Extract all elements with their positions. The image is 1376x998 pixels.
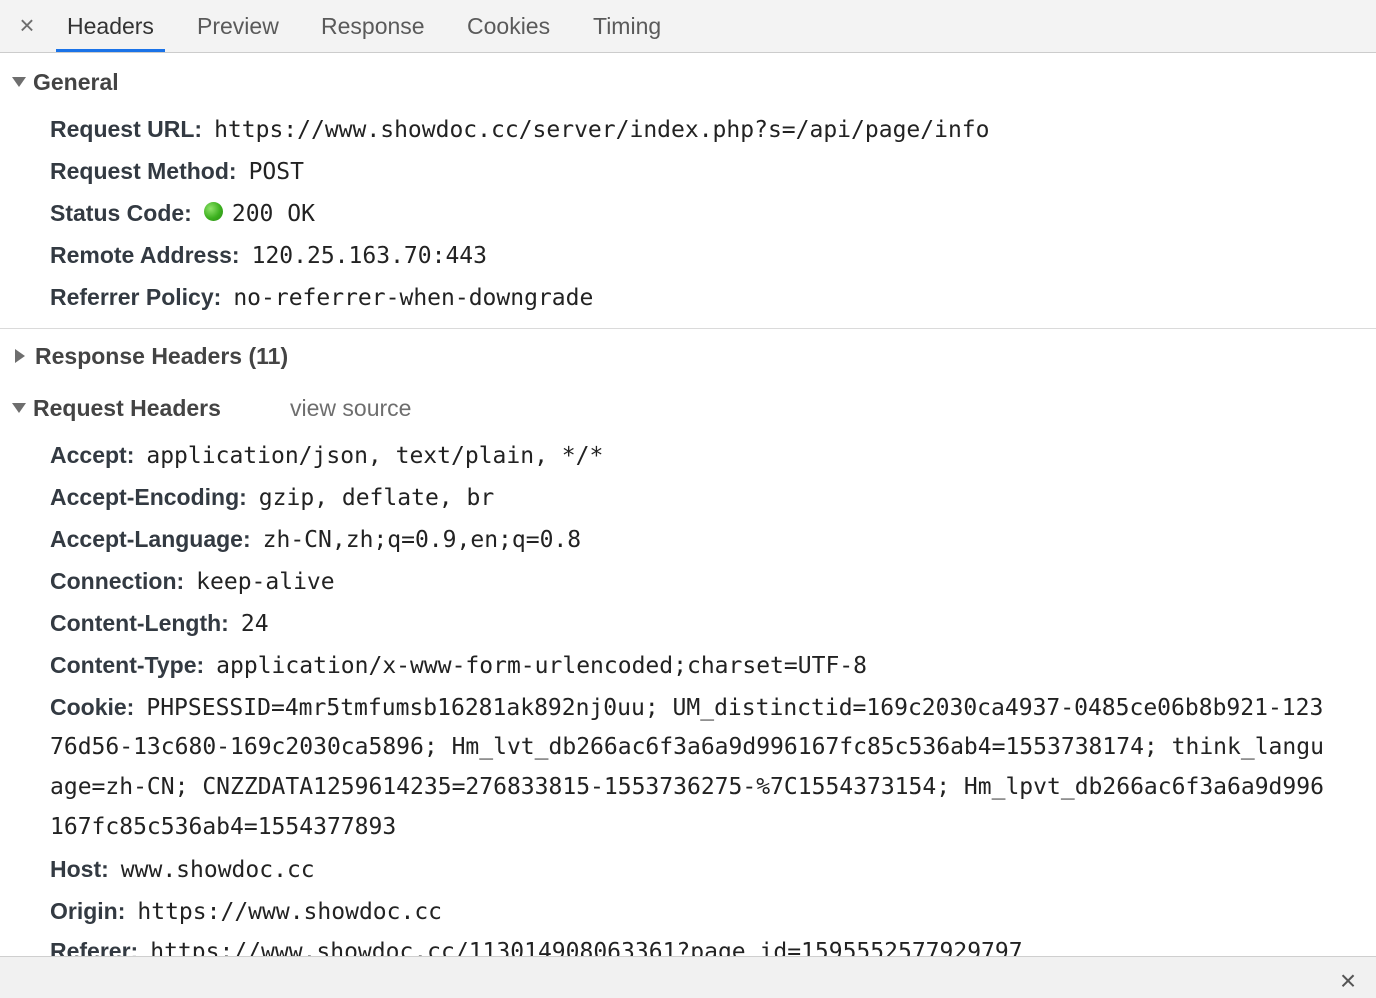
header-key: Referer: — [50, 938, 139, 956]
cookie-value-line[interactable]: 167fc85c536ab4=1554377893 — [50, 810, 396, 844]
header-key: Accept-Encoding: — [50, 484, 247, 510]
tab-cookies[interactable]: Cookies — [467, 0, 550, 52]
general-row-referrer-policy: Referrer Policy: no-referrer-when-downgra… — [50, 280, 593, 314]
header-value[interactable]: 120.25.163.70:443 — [252, 243, 487, 269]
general-row-request-url: Request URL: https://www.showdoc.cc/serve… — [50, 112, 990, 146]
general-row-remote-address: Remote Address: 120.25.163.70:443 — [50, 238, 487, 272]
request-row-content-type: Content-Type: application/x-www-form-urle… — [50, 648, 867, 682]
devtools-tab-bar: × Headers Preview Response Cookies Timin… — [0, 0, 1376, 53]
section-request-headers-title: Request Headers — [33, 395, 221, 421]
header-value[interactable]: 24 — [241, 611, 269, 637]
section-divider — [0, 328, 1376, 329]
header-value[interactable]: application/x-www-form-urlencoded;charse… — [216, 653, 867, 679]
request-row-content-length: Content-Length: 24 — [50, 606, 269, 640]
close-icon[interactable]: × — [1334, 967, 1362, 995]
header-value[interactable]: POST — [249, 159, 304, 185]
general-row-status-code: Status Code: 200 OK — [50, 196, 315, 230]
section-general-title: General — [33, 69, 119, 95]
header-value[interactable]: application/json, text/plain, */* — [146, 443, 603, 469]
section-response-headers-title: Response Headers (11) — [35, 343, 289, 369]
header-value[interactable]: no-referrer-when-downgrade — [233, 285, 593, 311]
header-value[interactable]: keep-alive — [196, 569, 334, 595]
header-key: Referrer Policy: — [50, 284, 222, 310]
header-key: Origin: — [50, 898, 126, 924]
cookie-value-line[interactable]: 76d56-13c680-169c2030ca5896; Hm_lvt_db26… — [50, 730, 1324, 764]
header-value[interactable]: https://www.showdoc.cc/server/index.php?… — [214, 117, 989, 143]
header-value[interactable]: 200 OK — [232, 201, 315, 227]
header-key: Request Method: — [50, 158, 237, 184]
general-row-request-method: Request Method: POST — [50, 154, 304, 188]
request-row-referer: Referer: https://www.showdoc.cc/113014908… — [50, 934, 1023, 956]
header-key: Accept: — [50, 442, 135, 468]
section-general-header[interactable]: General — [12, 67, 119, 97]
header-value[interactable]: https://www.showdoc.cc — [137, 899, 442, 925]
header-value[interactable]: https://www.showdoc.cc/113014908063361?p… — [150, 939, 1022, 956]
cookie-value-line[interactable]: PHPSESSID=4mr5tmfumsb16281ak892nj0uu; UM… — [146, 695, 1323, 721]
tab-headers[interactable]: Headers — [56, 0, 165, 52]
request-row-accept-encoding: Accept-Encoding: gzip, deflate, br — [50, 480, 494, 514]
triangle-down-icon — [12, 76, 26, 87]
request-row-origin: Origin: https://www.showdoc.cc — [50, 894, 442, 928]
header-key: Status Code: — [50, 200, 192, 226]
request-row-accept: Accept: application/json, text/plain, */* — [50, 438, 603, 472]
request-row-cookie: Cookie: PHPSESSID=4mr5tmfumsb16281ak892nj… — [50, 690, 1323, 724]
tab-timing[interactable]: Timing — [593, 0, 661, 52]
status-ok-icon — [203, 202, 223, 222]
header-key: Host: — [50, 856, 109, 882]
header-value[interactable]: zh-CN,zh;q=0.9,en;q=0.8 — [263, 527, 582, 553]
header-key: Accept-Language: — [50, 526, 251, 552]
header-key: Content-Type: — [50, 652, 205, 678]
header-key: Request URL: — [50, 116, 203, 142]
request-row-host: Host: www.showdoc.cc — [50, 852, 315, 886]
view-source-link[interactable]: view source — [290, 393, 411, 423]
section-response-headers-header[interactable]: Response Headers (11) — [12, 341, 288, 371]
triangle-down-icon — [12, 402, 26, 413]
drawer-bar: × — [0, 956, 1376, 998]
close-icon[interactable]: × — [14, 11, 40, 39]
header-key: Content-Length: — [50, 610, 229, 636]
request-row-connection: Connection: keep-alive — [50, 564, 335, 598]
section-request-headers-header[interactable]: Request Headers — [12, 393, 221, 423]
header-key: Connection: — [50, 568, 185, 594]
headers-panel: General Request URL: https://www.showdoc.… — [0, 53, 1376, 956]
triangle-right-icon — [15, 348, 25, 363]
header-value[interactable]: gzip, deflate, br — [259, 485, 494, 511]
cookie-value-line[interactable]: age=zh-CN; CNZZDATA1259614235=276833815-… — [50, 770, 1324, 804]
tab-preview[interactable]: Preview — [197, 0, 279, 52]
request-row-accept-language: Accept-Language: zh-CN,zh;q=0.9,en;q=0.8 — [50, 522, 581, 556]
tab-response[interactable]: Response — [321, 0, 425, 52]
header-key: Remote Address: — [50, 242, 240, 268]
header-value[interactable]: www.showdoc.cc — [121, 857, 315, 883]
header-key: Cookie: — [50, 694, 135, 720]
